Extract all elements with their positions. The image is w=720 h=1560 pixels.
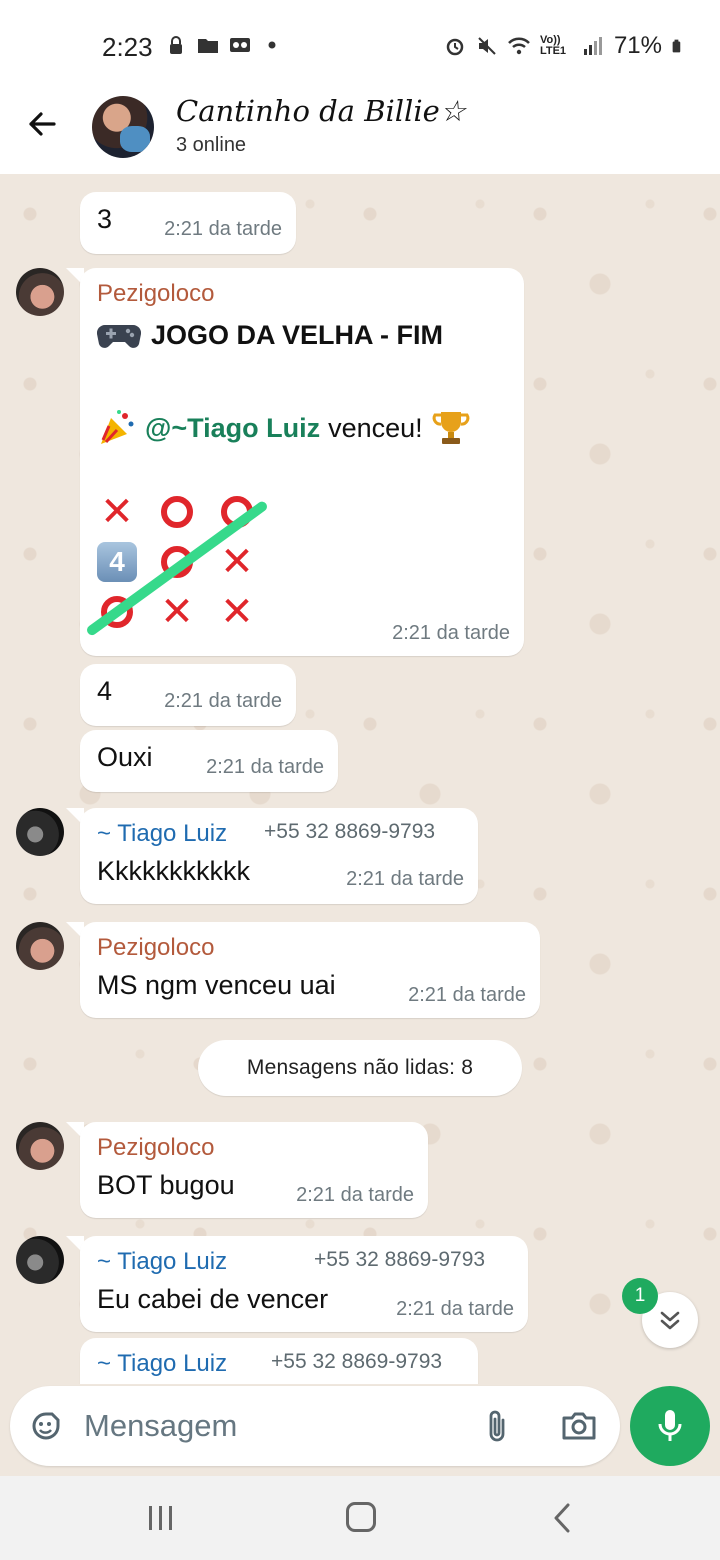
group-avatar[interactable] xyxy=(92,96,154,158)
message-text: MS ngm venceu uai xyxy=(97,970,336,1000)
mic-icon xyxy=(658,1410,682,1441)
message-time: 2:21 da tarde xyxy=(164,690,282,712)
camera-icon[interactable] xyxy=(560,1408,598,1444)
message-bubble[interactable]: ~ Tiago Luiz +55 32 8869-9793 xyxy=(80,1338,478,1384)
battery-icon xyxy=(672,39,681,53)
sender-name[interactable]: ~ Tiago Luiz xyxy=(97,820,227,848)
back-arrow-icon[interactable] xyxy=(24,106,60,142)
message-bubble[interactable]: Pezigoloco BOT bugou 2:21 da tarde xyxy=(80,1122,428,1218)
message-text: Kkkkkkkkkkk xyxy=(97,856,251,886)
message-list[interactable]: 3 2:21 da tarde Pezigoloco JOGO DA VELHA… xyxy=(0,174,720,1384)
message-bubble[interactable]: 4 2:21 da tarde xyxy=(80,664,296,726)
message-text: 4 xyxy=(97,676,113,706)
unread-count-badge: 1 xyxy=(622,1278,658,1314)
gamepad-icon xyxy=(97,324,141,348)
battery-percent: 71% xyxy=(613,32,662,59)
cell-x: ✕ xyxy=(220,540,254,584)
network-label: Vo)) LTE1 xyxy=(539,34,567,57)
sender-name[interactable]: Pezigoloco xyxy=(97,934,214,962)
message-input-bar[interactable]: Mensagem xyxy=(10,1386,620,1466)
message-time: 2:21 da tarde xyxy=(296,1184,414,1206)
cell-x: ✕ xyxy=(100,490,134,534)
avatar[interactable] xyxy=(16,1236,64,1284)
message-input[interactable]: Mensagem xyxy=(84,1408,237,1444)
winner-text: venceu! xyxy=(328,412,423,443)
alarm-icon xyxy=(446,38,464,56)
message-time: 2:21 da tarde xyxy=(396,1298,514,1320)
trophy-icon xyxy=(432,412,469,444)
sender-phone: +55 32 8869-9793 xyxy=(271,1350,443,1373)
message-time: 2:21 da tarde xyxy=(206,756,324,778)
message-time: 2:21 da tarde xyxy=(164,218,282,240)
message-bubble[interactable]: ~ Tiago Luiz +55 32 8869-9793 Kkkkkkkkkk… xyxy=(80,808,478,904)
chat-header: Cantinho da Billie☆ 3 online xyxy=(0,76,720,174)
home-icon[interactable] xyxy=(346,1502,376,1532)
sender-name[interactable]: ~ Tiago Luiz xyxy=(97,1248,227,1276)
dot-icon xyxy=(268,41,276,49)
recent-apps-icon[interactable] xyxy=(146,1504,176,1532)
message-text: Eu cabei de vencer xyxy=(97,1284,329,1314)
lock-icon xyxy=(170,36,182,54)
attach-icon[interactable] xyxy=(482,1406,512,1446)
folder-icon xyxy=(198,39,218,53)
mic-button[interactable] xyxy=(630,1386,710,1466)
avatar[interactable] xyxy=(16,808,64,856)
double-chevron-down-icon xyxy=(660,1311,680,1330)
sender-phone: +55 32 8869-9793 xyxy=(264,820,436,843)
message-time: 2:21 da tarde xyxy=(346,868,464,890)
online-count: 3 online xyxy=(176,134,247,156)
avatar[interactable] xyxy=(16,1122,64,1170)
message-time: 2:21 da tarde xyxy=(392,622,510,644)
game-title: JOGO DA VELHA - FIM xyxy=(151,320,444,350)
message-bubble[interactable]: Ouxi 2:21 da tarde xyxy=(80,730,338,792)
winner-mention[interactable]: @~Tiago Luiz xyxy=(145,413,320,444)
nav-back-icon[interactable] xyxy=(550,1502,574,1534)
status-time: 2:23 xyxy=(102,32,153,62)
cell-x: ✕ xyxy=(160,590,194,634)
party-popper-icon xyxy=(101,410,134,444)
sender-name[interactable]: ~ Tiago Luiz xyxy=(97,1350,227,1378)
message-text: 3 xyxy=(97,204,113,234)
avatar[interactable] xyxy=(16,922,64,970)
message-bubble[interactable]: Pezigoloco JOGO DA VELHA - FIM @~Tiago L… xyxy=(80,268,524,656)
message-bubble[interactable]: ~ Tiago Luiz +55 32 8869-9793 Eu cabei d… xyxy=(80,1236,528,1332)
unread-divider: Mensagens não lidas: 8 xyxy=(198,1040,522,1096)
message-bubble[interactable]: 3 2:21 da tarde xyxy=(80,192,296,254)
message-time: 2:21 da tarde xyxy=(408,984,526,1006)
voicemail-icon xyxy=(230,38,250,52)
message-text: Ouxi xyxy=(97,742,153,772)
sender-phone: +55 32 8869-9793 xyxy=(314,1248,486,1271)
signal-icon xyxy=(583,37,602,55)
wifi-icon xyxy=(508,37,530,55)
group-title[interactable]: Cantinho da Billie☆ xyxy=(176,94,466,128)
sticker-icon[interactable] xyxy=(28,1408,64,1444)
cell-x: ✕ xyxy=(220,590,254,634)
sender-name[interactable]: Pezigoloco xyxy=(97,280,214,308)
cell-o xyxy=(157,492,197,532)
message-text: BOT bugou xyxy=(97,1170,235,1200)
avatar[interactable] xyxy=(16,268,64,316)
sender-name[interactable]: Pezigoloco xyxy=(97,1134,214,1162)
message-bubble[interactable]: Pezigoloco MS ngm venceu uai 2:21 da tar… xyxy=(80,922,540,1018)
system-nav-bar xyxy=(0,1476,720,1560)
mute-icon xyxy=(478,37,496,55)
cell-4: 4 xyxy=(97,542,137,582)
